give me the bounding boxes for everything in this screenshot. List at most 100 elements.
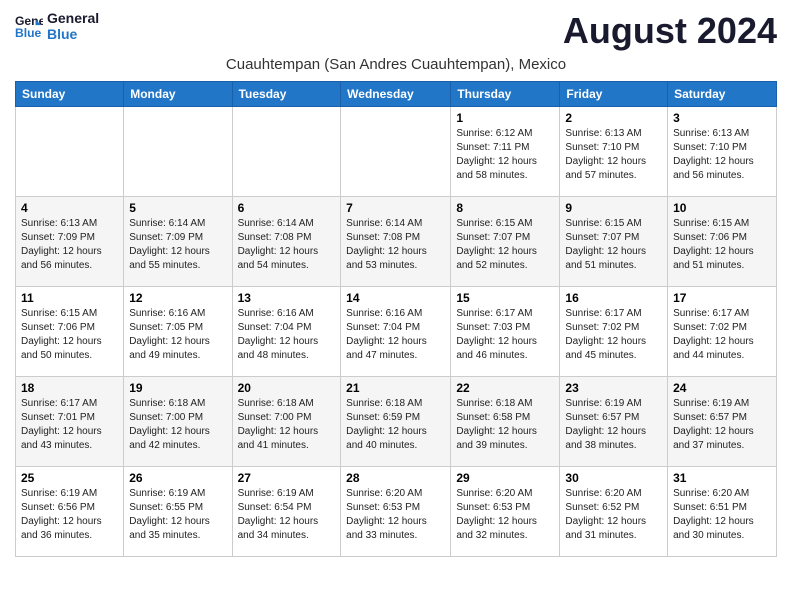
calendar-day-cell: 24 Sunrise: 6:19 AM Sunset: 6:57 PM Dayli… xyxy=(668,377,777,467)
day-number: 25 xyxy=(21,471,118,485)
day-of-week-header: Friday xyxy=(560,82,668,107)
calendar-day-cell xyxy=(341,107,451,197)
day-info: Sunrise: 6:17 AM Sunset: 7:01 PM Dayligh… xyxy=(21,397,118,453)
day-number: 28 xyxy=(346,471,445,485)
day-number: 16 xyxy=(565,291,662,305)
day-of-week-header: Tuesday xyxy=(232,82,341,107)
page-header: General Blue General Blue August 2024 xyxy=(15,10,777,52)
day-number: 23 xyxy=(565,381,662,395)
day-of-week-header: Sunday xyxy=(16,82,124,107)
calendar-day-cell xyxy=(232,107,341,197)
logo-icon: General Blue xyxy=(15,12,43,40)
calendar-day-cell: 27 Sunrise: 6:19 AM Sunset: 6:54 PM Dayli… xyxy=(232,467,341,557)
calendar-day-cell: 1Sunrise: 6:12 AM Sunset: 7:11 PM Daylig… xyxy=(451,107,560,197)
day-of-week-header: Saturday xyxy=(668,82,777,107)
day-number: 26 xyxy=(129,471,226,485)
calendar-day-cell: 16 Sunrise: 6:17 AM Sunset: 7:02 PM Dayli… xyxy=(560,287,668,377)
day-number: 8 xyxy=(456,201,554,215)
day-number: 19 xyxy=(129,381,226,395)
day-number: 14 xyxy=(346,291,445,305)
calendar-header-row: SundayMondayTuesdayWednesdayThursdayFrid… xyxy=(16,82,777,107)
day-info: Sunrise: 6:16 AM Sunset: 7:04 PM Dayligh… xyxy=(238,307,336,363)
day-info: Sunrise: 6:19 AM Sunset: 6:56 PM Dayligh… xyxy=(21,487,118,543)
day-number: 27 xyxy=(238,471,336,485)
day-number: 12 xyxy=(129,291,226,305)
day-number: 29 xyxy=(456,471,554,485)
day-info: Sunrise: 6:20 AM Sunset: 6:52 PM Dayligh… xyxy=(565,487,662,543)
day-number: 3 xyxy=(673,111,771,125)
day-number: 10 xyxy=(673,201,771,215)
calendar-day-cell: 15 Sunrise: 6:17 AM Sunset: 7:03 PM Dayli… xyxy=(451,287,560,377)
month-title: August 2024 xyxy=(563,10,777,52)
day-info: Sunrise: 6:15 AM Sunset: 7:07 PM Dayligh… xyxy=(456,217,554,273)
calendar-day-cell: 6 Sunrise: 6:14 AM Sunset: 7:08 PM Daylig… xyxy=(232,197,341,287)
day-number: 24 xyxy=(673,381,771,395)
day-number: 22 xyxy=(456,381,554,395)
calendar-day-cell: 3Sunrise: 6:13 AM Sunset: 7:10 PM Daylig… xyxy=(668,107,777,197)
day-info: Sunrise: 6:14 AM Sunset: 7:08 PM Dayligh… xyxy=(238,217,336,273)
day-info: Sunrise: 6:14 AM Sunset: 7:08 PM Dayligh… xyxy=(346,217,445,273)
day-info: Sunrise: 6:15 AM Sunset: 7:06 PM Dayligh… xyxy=(673,217,771,273)
day-number: 5 xyxy=(129,201,226,215)
calendar-body: 1Sunrise: 6:12 AM Sunset: 7:11 PM Daylig… xyxy=(16,107,777,557)
day-info: Sunrise: 6:19 AM Sunset: 6:55 PM Dayligh… xyxy=(129,487,226,543)
calendar-day-cell: 11Sunrise: 6:15 AM Sunset: 7:06 PM Dayli… xyxy=(16,287,124,377)
logo-text-line2: Blue xyxy=(47,26,99,42)
calendar-day-cell: 22 Sunrise: 6:18 AM Sunset: 6:58 PM Dayli… xyxy=(451,377,560,467)
calendar-day-cell: 5 Sunrise: 6:14 AM Sunset: 7:09 PM Daylig… xyxy=(124,197,232,287)
day-info: Sunrise: 6:13 AM Sunset: 7:09 PM Dayligh… xyxy=(21,217,118,273)
calendar-week-row: 4Sunrise: 6:13 AM Sunset: 7:09 PM Daylig… xyxy=(16,197,777,287)
day-info: Sunrise: 6:15 AM Sunset: 7:07 PM Dayligh… xyxy=(565,217,662,273)
calendar-week-row: 25 Sunrise: 6:19 AM Sunset: 6:56 PM Dayli… xyxy=(16,467,777,557)
day-number: 7 xyxy=(346,201,445,215)
calendar-day-cell: 13 Sunrise: 6:16 AM Sunset: 7:04 PM Dayli… xyxy=(232,287,341,377)
day-of-week-header: Monday xyxy=(124,82,232,107)
calendar-day-cell: 12Sunrise: 6:16 AM Sunset: 7:05 PM Dayli… xyxy=(124,287,232,377)
day-number: 15 xyxy=(456,291,554,305)
location-title: Cuauhtempan (San Andres Cuauhtempan), Me… xyxy=(15,56,777,73)
day-number: 31 xyxy=(673,471,771,485)
svg-text:Blue: Blue xyxy=(15,26,42,40)
calendar-day-cell: 4Sunrise: 6:13 AM Sunset: 7:09 PM Daylig… xyxy=(16,197,124,287)
day-info: Sunrise: 6:20 AM Sunset: 6:53 PM Dayligh… xyxy=(346,487,445,543)
day-info: Sunrise: 6:17 AM Sunset: 7:02 PM Dayligh… xyxy=(565,307,662,363)
day-of-week-header: Thursday xyxy=(451,82,560,107)
calendar-day-cell: 10 Sunrise: 6:15 AM Sunset: 7:06 PM Dayli… xyxy=(668,197,777,287)
logo-text-line1: General xyxy=(47,10,99,26)
day-info: Sunrise: 6:17 AM Sunset: 7:03 PM Dayligh… xyxy=(456,307,554,363)
day-info: Sunrise: 6:19 AM Sunset: 6:57 PM Dayligh… xyxy=(565,397,662,453)
calendar-day-cell xyxy=(16,107,124,197)
calendar-week-row: 11Sunrise: 6:15 AM Sunset: 7:06 PM Dayli… xyxy=(16,287,777,377)
day-info: Sunrise: 6:14 AM Sunset: 7:09 PM Dayligh… xyxy=(129,217,226,273)
calendar-day-cell: 14 Sunrise: 6:16 AM Sunset: 7:04 PM Dayli… xyxy=(341,287,451,377)
day-number: 18 xyxy=(21,381,118,395)
day-number: 13 xyxy=(238,291,336,305)
calendar-day-cell: 21Sunrise: 6:18 AM Sunset: 6:59 PM Dayli… xyxy=(341,377,451,467)
day-info: Sunrise: 6:17 AM Sunset: 7:02 PM Dayligh… xyxy=(673,307,771,363)
day-info: Sunrise: 6:19 AM Sunset: 6:54 PM Dayligh… xyxy=(238,487,336,543)
calendar-day-cell: 7 Sunrise: 6:14 AM Sunset: 7:08 PM Daylig… xyxy=(341,197,451,287)
calendar-day-cell: 20Sunrise: 6:18 AM Sunset: 7:00 PM Dayli… xyxy=(232,377,341,467)
calendar-day-cell: 23 Sunrise: 6:19 AM Sunset: 6:57 PM Dayli… xyxy=(560,377,668,467)
calendar-day-cell: 8 Sunrise: 6:15 AM Sunset: 7:07 PM Daylig… xyxy=(451,197,560,287)
calendar-day-cell: 19 Sunrise: 6:18 AM Sunset: 7:00 PM Dayli… xyxy=(124,377,232,467)
day-number: 20 xyxy=(238,381,336,395)
day-info: Sunrise: 6:16 AM Sunset: 7:04 PM Dayligh… xyxy=(346,307,445,363)
calendar-week-row: 1Sunrise: 6:12 AM Sunset: 7:11 PM Daylig… xyxy=(16,107,777,197)
calendar-week-row: 18 Sunrise: 6:17 AM Sunset: 7:01 PM Dayli… xyxy=(16,377,777,467)
day-number: 30 xyxy=(565,471,662,485)
day-info: Sunrise: 6:18 AM Sunset: 7:00 PM Dayligh… xyxy=(129,397,226,453)
calendar-day-cell: 30 Sunrise: 6:20 AM Sunset: 6:52 PM Dayli… xyxy=(560,467,668,557)
day-number: 11 xyxy=(21,291,118,305)
day-of-week-header: Wednesday xyxy=(341,82,451,107)
calendar-day-cell: 28 Sunrise: 6:20 AM Sunset: 6:53 PM Dayli… xyxy=(341,467,451,557)
day-number: 1 xyxy=(456,111,554,125)
calendar-day-cell: 9Sunrise: 6:15 AM Sunset: 7:07 PM Daylig… xyxy=(560,197,668,287)
day-number: 6 xyxy=(238,201,336,215)
day-number: 21 xyxy=(346,381,445,395)
day-info: Sunrise: 6:18 AM Sunset: 6:58 PM Dayligh… xyxy=(456,397,554,453)
day-info: Sunrise: 6:20 AM Sunset: 6:53 PM Dayligh… xyxy=(456,487,554,543)
calendar-day-cell xyxy=(124,107,232,197)
calendar-day-cell: 31Sunrise: 6:20 AM Sunset: 6:51 PM Dayli… xyxy=(668,467,777,557)
day-info: Sunrise: 6:19 AM Sunset: 6:57 PM Dayligh… xyxy=(673,397,771,453)
